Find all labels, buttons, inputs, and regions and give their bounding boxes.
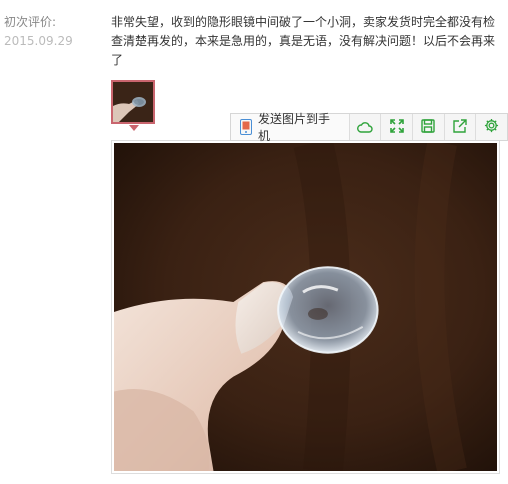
expand-icon [389,118,404,137]
thumbnail-image [113,82,153,122]
photo-viewer[interactable] [111,140,500,474]
send-to-phone-button[interactable]: 发送图片到手机 [231,112,350,143]
gear-icon [484,118,499,137]
thumbnail-pointer [129,125,139,131]
send-to-phone-label: 发送图片到手机 [258,112,331,143]
cloud-button[interactable] [350,114,382,140]
review-photo [114,143,497,471]
photo-thumbnail[interactable] [111,80,155,124]
cloud-icon [357,118,373,137]
review-label: 初次评价: [4,15,57,29]
review-date: 2015.09.29 [4,34,73,48]
phone-send-icon [239,119,253,135]
share-icon [453,118,467,137]
image-toolbar: 发送图片到手机 [230,112,508,143]
save-icon [421,118,436,137]
review-text: 非常失望，收到的隐形眼镜中间破了一个小洞，卖家发货时完全都没有检查清楚再发的，本… [111,15,496,67]
fullscreen-button[interactable] [381,114,414,140]
review-meta: 初次评价: 2015.09.29 [4,14,73,49]
share-button[interactable] [445,114,477,140]
save-button[interactable] [413,114,445,140]
settings-button[interactable] [476,114,507,140]
